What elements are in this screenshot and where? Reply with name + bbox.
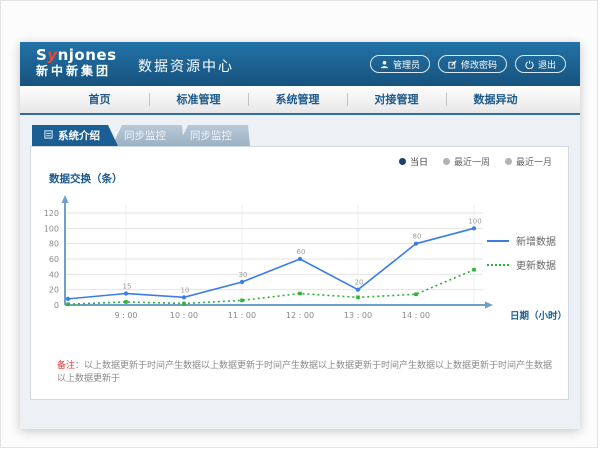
tab-doc-icon	[44, 130, 53, 142]
screen: Synjones 新中新集团 数据资源中心 管理员 修改密码	[0, 0, 598, 448]
svg-text:20: 20	[49, 286, 59, 295]
svg-text:13 : 00: 13 : 00	[344, 311, 372, 320]
svg-text:15: 15	[123, 283, 132, 291]
legend-item-new-data[interactable]: 新增数据	[487, 233, 556, 248]
svg-text:9 : 00: 9 : 00	[114, 311, 137, 320]
tab-label: 同步监控	[124, 128, 166, 143]
nav-item-data-change[interactable]: 数据异动	[446, 86, 545, 113]
range-option-last-week[interactable]: 最近一周	[443, 155, 490, 168]
logo-y-swoosh: y	[47, 46, 57, 64]
footer-note: 备注：以上数据更新于时间产生数据以上数据更新于时间产生数据以上数据更新于时间产生…	[57, 358, 560, 384]
brand-logo-cn: 新中新集团	[36, 65, 117, 78]
change-password-label: 修改密码	[461, 58, 497, 71]
svg-text:10: 10	[181, 286, 190, 294]
header-actions: 管理员 修改密码 退出	[370, 55, 566, 73]
svg-text:10 : 00: 10 : 00	[170, 311, 198, 320]
legend-label: 新增数据	[516, 233, 556, 248]
svg-text:40: 40	[49, 270, 59, 279]
legend-line-solid-icon	[487, 240, 509, 242]
tab-sync-monitor-1[interactable]: 同步监控	[112, 125, 184, 146]
tab-label: 同步监控	[190, 128, 232, 143]
y-axis-title: 数据交换（条）	[49, 171, 123, 186]
note-prefix: 备注	[57, 361, 75, 371]
nav-item-standard-mgmt[interactable]: 标准管理	[149, 86, 248, 113]
nav-item-home[interactable]: 首页	[50, 86, 149, 113]
svg-text:80: 80	[413, 233, 422, 241]
svg-text:30: 30	[239, 271, 248, 279]
svg-text:14 : 00: 14 : 00	[402, 311, 430, 320]
svg-text:20: 20	[355, 279, 364, 287]
tab-sync-monitor-2[interactable]: 同步监控	[178, 125, 250, 146]
svg-text:60: 60	[49, 255, 59, 264]
svg-text:100: 100	[44, 224, 59, 233]
svg-text:100: 100	[468, 217, 481, 225]
svg-text:60: 60	[297, 248, 306, 256]
svg-text:日期（小时）: 日期（小时）	[510, 310, 567, 322]
range-option-today[interactable]: 当日	[399, 155, 428, 168]
change-password-button[interactable]: 修改密码	[438, 55, 507, 73]
legend-label: 更新数据	[516, 257, 556, 272]
logout-button[interactable]: 退出	[515, 55, 566, 73]
svg-text:80: 80	[49, 240, 59, 249]
tab-system-intro[interactable]: 系统介绍	[32, 125, 118, 146]
svg-text:120: 120	[44, 209, 59, 218]
admin-user-label: 管理员	[393, 58, 420, 71]
range-label: 最近一周	[454, 155, 490, 168]
svg-text:12 : 00: 12 : 00	[286, 311, 314, 320]
nav-item-interface-mgmt[interactable]: 对接管理	[347, 86, 446, 113]
time-range-selector: 当日 最近一周 最近一月	[399, 155, 552, 168]
app-header: Synjones 新中新集团 数据资源中心 管理员 修改密码	[20, 42, 580, 86]
range-label: 最近一月	[516, 155, 552, 168]
range-option-last-month[interactable]: 最近一月	[505, 155, 552, 168]
app-window: Synjones 新中新集团 数据资源中心 管理员 修改密码	[20, 42, 580, 429]
logo-rest: njones	[58, 46, 117, 64]
brand-logo: Synjones 新中新集团	[36, 47, 117, 78]
page-title: 数据资源中心	[138, 56, 234, 76]
logout-label: 退出	[538, 58, 556, 71]
legend-item-updated-data[interactable]: 更新数据	[487, 257, 556, 272]
tab-label: 系统介绍	[58, 128, 100, 143]
svg-text:0: 0	[54, 301, 59, 310]
legend-line-dotted-icon	[487, 264, 509, 266]
svg-text:11 : 00: 11 : 00	[228, 311, 256, 320]
chart-panel: 当日 最近一周 最近一月 数据交换（条） 0 20 40 60 80 100 120 9 : …	[30, 146, 569, 400]
power-icon	[525, 60, 534, 69]
note-text: ：以上数据更新于时间产生数据以上数据更新于时间产生数据以上数据更新于时间产生数据…	[57, 361, 552, 384]
brand-logo-en: Synjones	[36, 47, 117, 64]
user-icon	[380, 60, 389, 69]
content-area: 系统介绍 同步监控 同步监控 当日 最近一周	[20, 117, 580, 429]
nav-item-system-mgmt[interactable]: 系统管理	[248, 86, 347, 113]
series-legend: 新增数据 更新数据	[487, 233, 556, 272]
admin-user-button[interactable]: 管理员	[370, 55, 430, 73]
logo-s: S	[36, 46, 47, 64]
edit-icon	[448, 60, 457, 69]
range-label: 当日	[410, 155, 428, 168]
main-nav: 首页 标准管理 系统管理 对接管理 数据异动	[20, 86, 580, 115]
radio-dot-icon	[443, 158, 450, 165]
tab-bar: 系统介绍 同步监控 同步监控	[32, 125, 244, 146]
radio-dot-icon	[505, 158, 512, 165]
radio-dot-selected-icon	[399, 158, 406, 165]
